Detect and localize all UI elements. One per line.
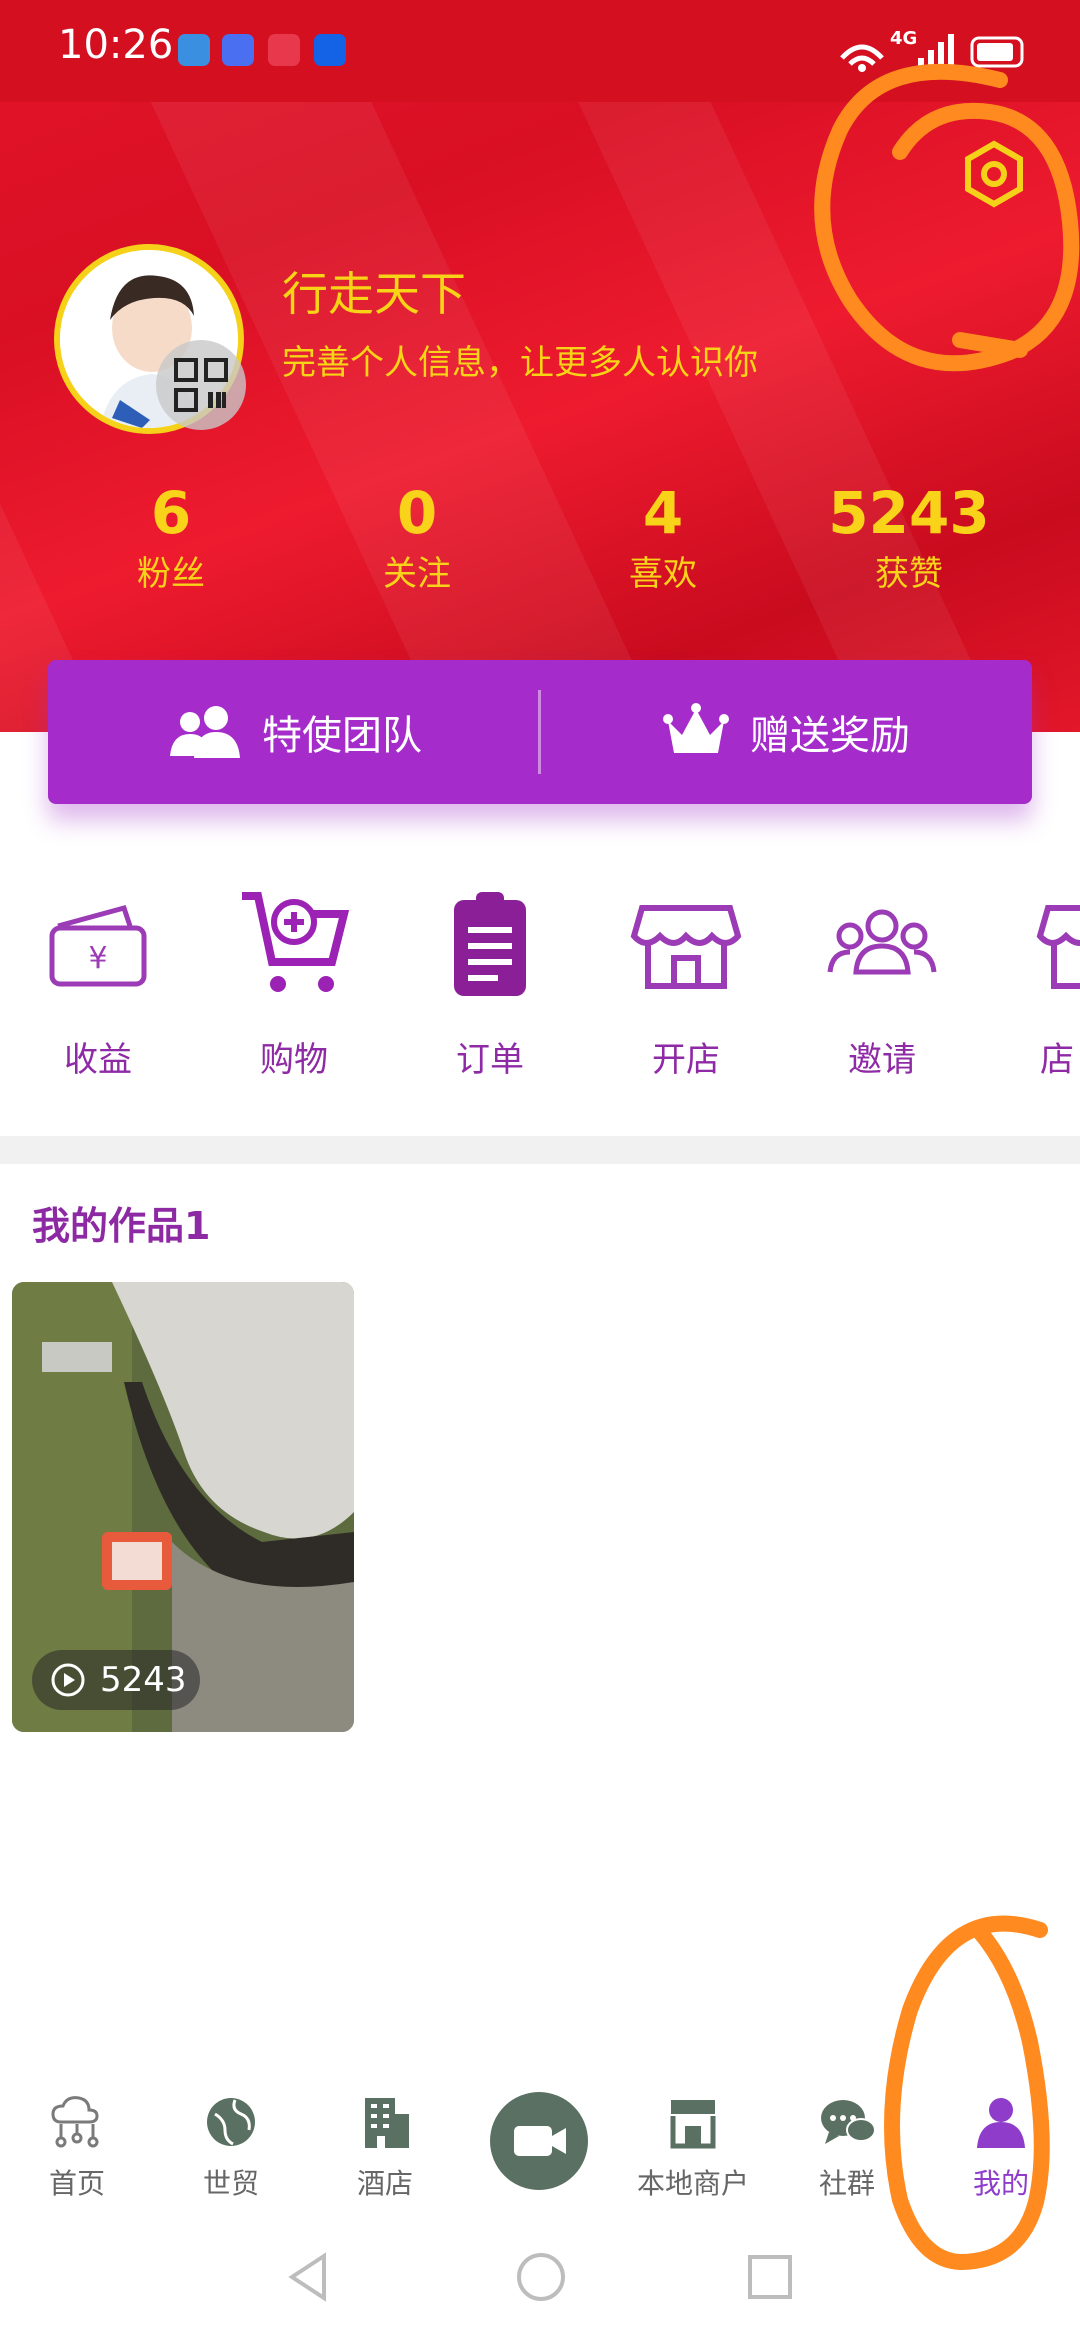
cart-plus-icon bbox=[242, 892, 350, 992]
action-bar: 特使团队 赠送奖励 bbox=[48, 660, 1032, 804]
nav-local-merchants[interactable]: 本地商户 bbox=[618, 2092, 768, 2202]
grid-store-partial[interactable]: 店 bbox=[998, 886, 1080, 1081]
grid-orders[interactable]: 订单 bbox=[410, 886, 570, 1081]
settings-gear-icon[interactable] bbox=[958, 138, 1030, 210]
grid-label: 店 bbox=[1040, 1040, 1074, 1080]
building-icon bbox=[365, 2098, 409, 2148]
stat-praised[interactable]: 5243 获赞 bbox=[794, 476, 1024, 598]
globe-icon bbox=[207, 2098, 255, 2146]
app-notification-icon bbox=[178, 34, 210, 66]
record-video-button[interactable] bbox=[490, 2092, 588, 2190]
status-time: 10:26 bbox=[58, 22, 174, 68]
stat-likes[interactable]: 4 喜欢 bbox=[548, 476, 778, 598]
stat-label: 获赞 bbox=[875, 554, 943, 594]
status-indicators: 4G bbox=[832, 28, 1032, 80]
reward-label: 赠送奖励 bbox=[750, 713, 910, 759]
stat-fans[interactable]: 6 粉丝 bbox=[56, 476, 286, 598]
signal-wifi-battery-icon bbox=[840, 34, 1024, 72]
store-icon bbox=[1036, 905, 1080, 989]
grid-earnings[interactable]: ¥ 收益 bbox=[18, 886, 178, 1081]
grid-label: 购物 bbox=[260, 1040, 328, 1080]
team-icon bbox=[170, 706, 240, 758]
book-app-icon bbox=[268, 34, 300, 66]
play-circle-icon bbox=[51, 1663, 85, 1697]
shop-icon bbox=[670, 2100, 716, 2149]
grid-label: 开店 bbox=[652, 1040, 720, 1080]
svg-text:¥: ¥ bbox=[88, 941, 107, 976]
grid-invite[interactable]: 邀请 bbox=[802, 886, 962, 1081]
system-back-icon[interactable] bbox=[284, 2250, 334, 2304]
stat-label: 粉丝 bbox=[137, 554, 205, 594]
person-icon bbox=[977, 2098, 1025, 2148]
works-title: 我的作品1 bbox=[32, 1204, 211, 1248]
nav-label: 社群 bbox=[818, 2167, 875, 2200]
team-label: 特使团队 bbox=[262, 713, 422, 759]
qr-code-icon bbox=[174, 358, 228, 412]
nav-label: 世贸 bbox=[202, 2167, 259, 2200]
play-count-badge: 5243 bbox=[32, 1650, 200, 1710]
section-divider bbox=[0, 1136, 1080, 1164]
grid-label: 收益 bbox=[64, 1040, 132, 1080]
music-app-icon bbox=[222, 34, 254, 66]
system-home-icon[interactable] bbox=[514, 2250, 568, 2304]
grid-label: 订单 bbox=[456, 1040, 524, 1080]
chat-bubbles-icon bbox=[821, 2100, 876, 2144]
store-icon bbox=[630, 905, 742, 989]
crown-icon bbox=[663, 703, 729, 753]
people-group-icon bbox=[827, 909, 937, 975]
video-camera-icon bbox=[514, 2126, 566, 2156]
stat-following[interactable]: 0 关注 bbox=[302, 476, 532, 598]
network-type: 4G bbox=[890, 28, 918, 49]
nav-mine[interactable]: 我的 bbox=[926, 2092, 1076, 2202]
ticket-yen-icon: ¥ bbox=[49, 904, 147, 987]
stat-value: 0 bbox=[396, 479, 438, 547]
nav-label: 首页 bbox=[48, 2167, 105, 2200]
stat-value: 5243 bbox=[828, 479, 990, 547]
browser-app-icon bbox=[314, 34, 346, 66]
stat-value: 4 bbox=[642, 479, 684, 547]
profile-prompt[interactable]: 完善个人信息，让更多人认识你 bbox=[282, 335, 758, 384]
grid-open-store[interactable]: 开店 bbox=[606, 886, 766, 1081]
team-button[interactable]: 特使团队 bbox=[168, 660, 422, 804]
stat-label: 喜欢 bbox=[629, 554, 697, 594]
nav-label: 本地商户 bbox=[636, 2167, 749, 2200]
nav-home[interactable]: 首页 bbox=[2, 2092, 152, 2202]
system-recents-icon[interactable] bbox=[744, 2250, 796, 2304]
nav-label: 我的 bbox=[972, 2167, 1029, 2200]
reward-button[interactable]: 赠送奖励 bbox=[662, 660, 910, 804]
nav-label: 酒店 bbox=[356, 2167, 413, 2200]
nav-community[interactable]: 社群 bbox=[772, 2092, 922, 2202]
nav-hotel[interactable]: 酒店 bbox=[310, 2092, 460, 2202]
order-list-icon bbox=[454, 892, 526, 996]
stat-label: 关注 bbox=[383, 554, 451, 594]
username[interactable]: 行走天下 bbox=[282, 258, 466, 324]
stat-value: 6 bbox=[150, 479, 192, 547]
cloud-network-icon bbox=[51, 2096, 99, 2148]
grid-shopping[interactable]: 购物 bbox=[214, 886, 374, 1081]
nav-world-trade[interactable]: 世贸 bbox=[156, 2092, 306, 2202]
grid-label: 邀请 bbox=[848, 1040, 916, 1080]
action-divider bbox=[538, 690, 541, 774]
qr-code-button[interactable] bbox=[156, 340, 246, 430]
play-count: 5243 bbox=[100, 1660, 187, 1700]
